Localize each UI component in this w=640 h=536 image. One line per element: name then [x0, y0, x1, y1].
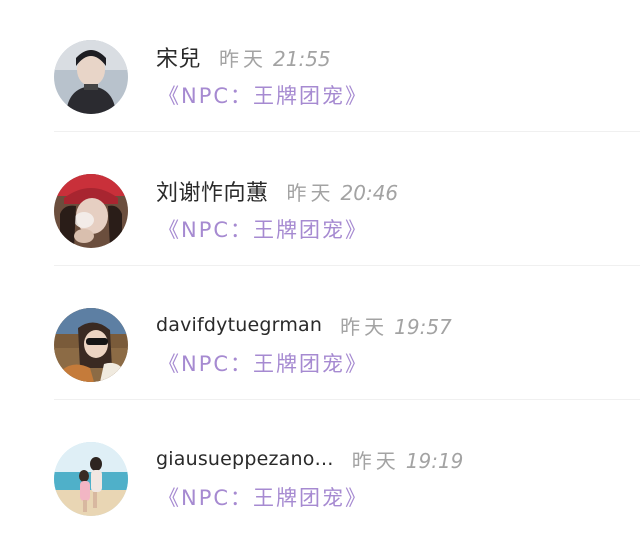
timestamp-clock: 19:19 — [405, 448, 464, 473]
comment-feed: 宋兒 昨天 21:55 《NPC：王牌团宠》 刘谢怍向蕙 昨天 20:46 《NPC… — [0, 0, 640, 527]
divider — [54, 265, 640, 266]
timestamp-date: 昨天 — [340, 314, 389, 339]
avatar-photo-icon — [54, 308, 128, 382]
avatar[interactable] — [54, 174, 128, 248]
timestamp-clock: 21:55 — [273, 46, 331, 71]
timestamp: 昨天 20:46 — [287, 177, 399, 206]
username[interactable]: giausueppezano… — [156, 448, 334, 470]
list-item[interactable]: giausueppezano… 昨天 19:19 《NPC：王牌团宠》 — [0, 402, 640, 536]
list-item[interactable]: 刘谢怍向蕙 昨天 20:46 《NPC：王牌团宠》 — [0, 134, 640, 268]
avatar[interactable] — [54, 308, 128, 382]
name-line: davifdytuegrman 昨天 19:57 — [156, 308, 452, 342]
timestamp: 昨天 19:57 — [340, 311, 452, 340]
timestamp: 昨天 19:19 — [352, 445, 464, 474]
avatar-photo-icon — [54, 40, 128, 114]
timestamp: 昨天 21:55 — [219, 43, 331, 72]
timestamp-clock: 19:57 — [394, 314, 452, 339]
list-item[interactable]: 宋兒 昨天 21:55 《NPC：王牌团宠》 — [0, 0, 640, 134]
avatar-photo-icon — [54, 174, 128, 248]
list-item[interactable]: davifdytuegrman 昨天 19:57 《NPC：王牌团宠》 — [0, 268, 640, 402]
name-line: 刘谢怍向蕙 昨天 20:46 — [156, 174, 398, 208]
book-source-link[interactable]: 《NPC：王牌团宠》 — [158, 214, 368, 244]
divider — [54, 131, 640, 132]
book-source-link[interactable]: 《NPC：王牌团宠》 — [158, 80, 368, 110]
divider — [54, 399, 640, 400]
name-line: giausueppezano… 昨天 19:19 — [156, 442, 463, 476]
book-source-link[interactable]: 《NPC：王牌团宠》 — [158, 348, 368, 378]
timestamp-date: 昨天 — [351, 448, 400, 473]
avatar-photo-icon — [54, 442, 128, 516]
book-source-link[interactable]: 《NPC：王牌团宠》 — [158, 482, 368, 512]
username[interactable]: 宋兒 — [156, 41, 201, 73]
timestamp-date: 昨天 — [286, 180, 335, 205]
username[interactable]: 刘谢怍向蕙 — [156, 175, 269, 207]
name-line: 宋兒 昨天 21:55 — [156, 40, 331, 74]
avatar[interactable] — [54, 40, 128, 114]
timestamp-clock: 20:46 — [340, 180, 399, 205]
avatar[interactable] — [54, 442, 128, 516]
username[interactable]: davifdytuegrman — [156, 314, 322, 336]
timestamp-date: 昨天 — [219, 46, 268, 71]
